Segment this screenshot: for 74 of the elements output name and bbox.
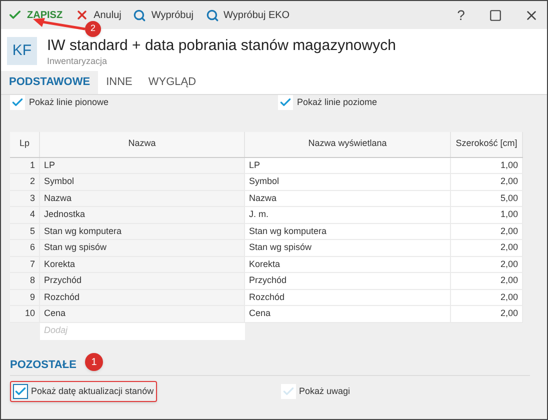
table-cell: Stan wg komputera bbox=[40, 224, 245, 239]
window-title: IW standard + data pobrania stanów magazynowych bbox=[47, 37, 396, 55]
column-header[interactable]: Nazwa bbox=[40, 132, 245, 156]
checkbox[interactable] bbox=[10, 95, 25, 110]
toolbar-button[interactable]: ZAPISZ bbox=[6, 8, 65, 22]
table-cell: Symbol bbox=[40, 174, 245, 190]
table-cell: 2,00 bbox=[451, 273, 523, 288]
table-cell: Nazwa bbox=[245, 190, 451, 206]
annotation-badge: 1 bbox=[85, 353, 103, 371]
toolbar-button[interactable]: Wypróbuj EKO bbox=[204, 8, 292, 22]
table-cell: Cena bbox=[245, 306, 451, 322]
table-cell: 1,00 bbox=[451, 158, 523, 173]
checkbox-label: Pokaż linie pionowe bbox=[29, 96, 109, 109]
table-cell: Przychód bbox=[245, 273, 451, 288]
checkbox-label: Pokaż datę aktualizacji stanów bbox=[31, 384, 154, 398]
highlighted-option[interactable]: Pokaż datę aktualizacji stanów bbox=[10, 381, 157, 402]
table-cell: 1,00 bbox=[451, 207, 523, 222]
tab[interactable]: WYGLĄD bbox=[140, 71, 204, 94]
search-icon bbox=[206, 8, 219, 22]
table-cell: Korekta bbox=[245, 256, 451, 272]
column-header[interactable]: Nazwa wyświetlana bbox=[245, 132, 451, 156]
table-cell: Rozchód bbox=[245, 290, 451, 305]
close-icon bbox=[74, 8, 89, 22]
checkbox-label: Pokaż linie poziome bbox=[297, 96, 378, 109]
table-cell: 2,00 bbox=[451, 240, 523, 256]
table-cell: 5 bbox=[10, 224, 40, 239]
avatar: KF bbox=[7, 37, 37, 65]
table-cell: 2,00 bbox=[451, 306, 523, 322]
column-header[interactable]: Szerokość [cm] bbox=[451, 132, 523, 156]
table-cell: 4 bbox=[10, 207, 40, 222]
table-cell: 2,00 bbox=[451, 174, 523, 190]
table-cell: Stan wg komputera bbox=[245, 224, 451, 239]
checkbox[interactable] bbox=[278, 95, 293, 110]
checkbox[interactable] bbox=[281, 384, 296, 399]
check-icon bbox=[8, 8, 22, 22]
checkbox-label: Pokaż uwagi bbox=[299, 384, 350, 398]
table-cell: Jednostka bbox=[40, 207, 245, 222]
table-cell: 1 bbox=[10, 158, 40, 173]
toolbar-button[interactable]: Anuluj bbox=[72, 8, 124, 22]
table-cell: 9 bbox=[10, 290, 40, 305]
table-cell: Cena bbox=[40, 306, 245, 322]
table-cell: Symbol bbox=[245, 174, 451, 190]
window-subtitle: Inwentaryzacja bbox=[47, 55, 108, 68]
table-cell: Przychód bbox=[40, 273, 245, 288]
table-cell: Korekta bbox=[40, 256, 245, 272]
table-cell: 2 bbox=[10, 174, 40, 190]
table-cell: 8 bbox=[10, 273, 40, 288]
table-cell: Rozchód bbox=[40, 290, 245, 305]
table-cell: J. m. bbox=[245, 207, 451, 222]
checkbox[interactable] bbox=[13, 384, 28, 399]
table-cell: Stan wg spisów bbox=[40, 240, 245, 256]
table-cell: 2,00 bbox=[451, 256, 523, 272]
table-cell: Stan wg spisów bbox=[245, 240, 451, 256]
table-cell: LP bbox=[40, 158, 245, 173]
add-row-field[interactable]: Dodaj bbox=[40, 322, 245, 340]
search-icon bbox=[133, 8, 146, 22]
table-cell: 3 bbox=[10, 190, 40, 206]
tab[interactable]: INNE bbox=[98, 71, 140, 94]
table-cell: 6 bbox=[10, 240, 40, 256]
tab[interactable]: PODSTAWOWE bbox=[1, 71, 98, 94]
column-header[interactable]: Lp bbox=[10, 132, 40, 156]
section-title: POZOSTAŁE bbox=[10, 358, 76, 372]
help-button[interactable]: ? bbox=[449, 4, 473, 26]
table-cell: 5,00 bbox=[451, 190, 523, 206]
table-cell: 7 bbox=[10, 256, 40, 272]
table-cell: 10 bbox=[10, 306, 40, 322]
table-cell: 2,00 bbox=[451, 290, 523, 305]
table-cell: 2,00 bbox=[451, 224, 523, 239]
table-cell: Nazwa bbox=[40, 190, 245, 206]
annotation-arrow bbox=[31, 17, 87, 31]
toolbar-button[interactable]: Wypróbuj bbox=[131, 8, 196, 22]
maximize-icon[interactable] bbox=[489, 8, 502, 22]
option-row[interactable]: Pokaż uwagi bbox=[278, 381, 354, 402]
table-cell: LP bbox=[245, 158, 451, 173]
